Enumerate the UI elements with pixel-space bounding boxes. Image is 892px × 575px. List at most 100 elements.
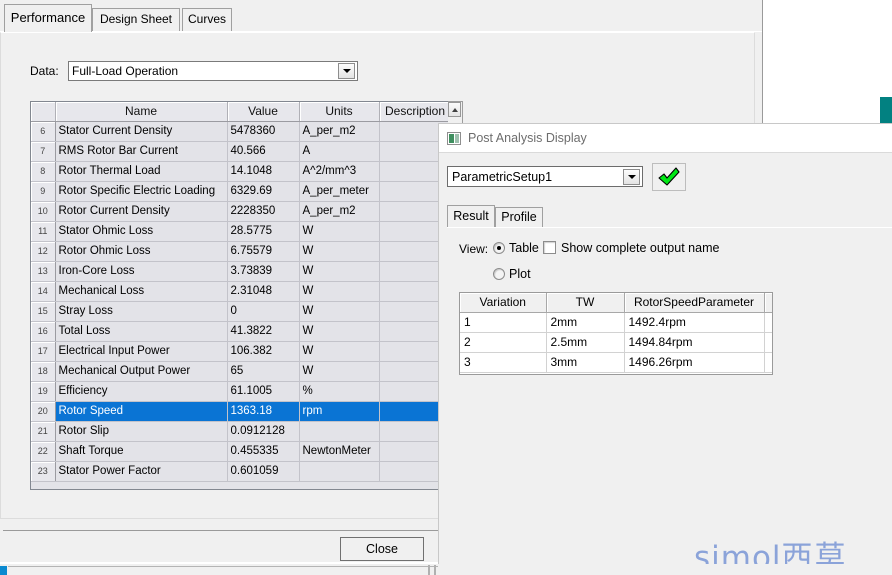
value-cell[interactable]: 1363.18: [227, 401, 300, 422]
value-cell[interactable]: 61.1005: [227, 381, 300, 402]
extra-cell[interactable]: [764, 352, 772, 373]
grid-col-rownum[interactable]: [31, 102, 56, 122]
bottom-scroll-track[interactable]: [8, 566, 438, 567]
name-cell[interactable]: Stator Ohmic Loss: [55, 221, 228, 242]
results-col-tw[interactable]: TW: [546, 293, 625, 313]
row-number-cell[interactable]: 22: [31, 441, 56, 462]
table-row[interactable]: 9 Rotor Specific Electric Loading 6329.69 A…: [31, 181, 461, 202]
name-cell[interactable]: Total Loss: [55, 321, 228, 342]
name-cell[interactable]: Mechanical Output Power: [55, 361, 228, 382]
table-row[interactable]: 7 RMS Rotor Bar Current 40.566 A: [31, 141, 461, 162]
name-cell[interactable]: Rotor Ohmic Loss: [55, 241, 228, 262]
table-row[interactable]: 11 Stator Ohmic Loss 28.5775 W: [31, 221, 461, 242]
results-col-variation[interactable]: Variation: [460, 293, 547, 313]
setup-combobox[interactable]: ParametricSetup1: [447, 166, 643, 187]
table-row[interactable]: 8 Rotor Thermal Load 14.1048 A^2/mm^3: [31, 161, 461, 182]
radio-view-plot[interactable]: [493, 268, 505, 280]
name-cell[interactable]: Electrical Input Power: [55, 341, 228, 362]
table-row[interactable]: 14 Mechanical Loss 2.31048 W: [31, 281, 461, 302]
close-button[interactable]: Close: [340, 537, 424, 561]
table-row[interactable]: 12 Rotor Ohmic Loss 6.75579 W: [31, 241, 461, 262]
show-complete-output-name-label[interactable]: Show complete output name: [561, 241, 719, 255]
name-cell[interactable]: Rotor Current Density: [55, 201, 228, 222]
table-row[interactable]: 10 Rotor Current Density 2228350 A_per_m2: [31, 201, 461, 222]
tab-curves[interactable]: Curves: [182, 8, 232, 31]
tab-design-sheet[interactable]: Design Sheet: [92, 8, 180, 31]
table-row[interactable]: 1 2mm 1492.4rpm: [460, 312, 772, 333]
table-row[interactable]: 15 Stray Loss 0 W: [31, 301, 461, 322]
radio-view-table-label[interactable]: Table: [509, 241, 539, 255]
variation-cell[interactable]: 2: [460, 332, 547, 353]
name-cell[interactable]: Shaft Torque: [55, 441, 228, 462]
value-cell[interactable]: 65: [227, 361, 300, 382]
units-cell[interactable]: W: [299, 321, 380, 342]
row-number-cell[interactable]: 21: [31, 421, 56, 442]
dialog-tab-profile[interactable]: Profile: [495, 207, 543, 227]
name-cell[interactable]: Rotor Slip: [55, 421, 228, 442]
name-cell[interactable]: Stator Power Factor: [55, 461, 228, 482]
units-cell[interactable]: [299, 421, 380, 442]
value-cell[interactable]: 0.455335: [227, 441, 300, 462]
name-cell[interactable]: Rotor Speed: [55, 401, 228, 422]
name-cell[interactable]: Rotor Thermal Load: [55, 161, 228, 182]
radio-view-plot-label[interactable]: Plot: [509, 267, 531, 281]
table-row[interactable]: 19 Efficiency 61.1005%: [31, 381, 461, 402]
row-number-cell[interactable]: 10: [31, 201, 56, 222]
row-number-cell[interactable]: 14: [31, 281, 56, 302]
extra-cell[interactable]: [764, 312, 772, 333]
row-number-cell[interactable]: 8: [31, 161, 56, 182]
name-cell[interactable]: Stator Current Density: [55, 121, 228, 142]
table-row[interactable]: 6 Stator Current Density 5478360 A_per_m2: [31, 121, 461, 142]
rotor-speed-cell[interactable]: 1492.4rpm: [624, 312, 765, 333]
value-cell[interactable]: 3.73839: [227, 261, 300, 282]
row-number-cell[interactable]: 20: [31, 401, 56, 422]
units-cell[interactable]: A^2/mm^3: [299, 161, 380, 182]
name-cell[interactable]: Rotor Specific Electric Loading: [55, 181, 228, 202]
row-number-cell[interactable]: 12: [31, 241, 56, 262]
units-cell[interactable]: A_per_m2: [299, 201, 380, 222]
units-cell[interactable]: NewtonMeter: [299, 441, 380, 462]
rotor-speed-cell[interactable]: 1496.26rpm: [624, 352, 765, 373]
row-number-cell[interactable]: 9: [31, 181, 56, 202]
row-number-cell[interactable]: 17: [31, 341, 56, 362]
tab-performance[interactable]: Performance: [4, 4, 92, 32]
row-number-cell[interactable]: 19: [31, 381, 56, 402]
table-row[interactable]: 13 Iron-Core Loss 3.73839 W: [31, 261, 461, 282]
units-cell[interactable]: %: [299, 381, 380, 402]
value-cell[interactable]: 0.0912128: [227, 421, 300, 442]
grid-col-value[interactable]: Value: [227, 102, 300, 122]
value-cell[interactable]: 0: [227, 301, 300, 322]
name-cell[interactable]: Stray Loss: [55, 301, 228, 322]
row-number-cell[interactable]: 11: [31, 221, 56, 242]
value-cell[interactable]: 5478360: [227, 121, 300, 142]
units-cell[interactable]: W: [299, 221, 380, 242]
units-cell[interactable]: W: [299, 341, 380, 362]
table-row[interactable]: 16 Total Loss 41.3822 W: [31, 321, 461, 342]
units-cell[interactable]: A_per_meter: [299, 181, 380, 202]
table-row[interactable]: 17 Electrical Input Power 106.382 W: [31, 341, 461, 362]
dialog-titlebar[interactable]: Post Analysis Display: [439, 124, 892, 152]
tw-cell[interactable]: 2mm: [546, 312, 625, 333]
radio-view-table[interactable]: [493, 242, 505, 254]
name-cell[interactable]: Iron-Core Loss: [55, 261, 228, 282]
table-row[interactable]: 3 3mm 1496.26rpm: [460, 352, 772, 373]
row-number-cell[interactable]: 7: [31, 141, 56, 162]
grid-col-units[interactable]: Units: [299, 102, 380, 122]
value-cell[interactable]: 6329.69: [227, 181, 300, 202]
table-row[interactable]: 21 Rotor Slip 0.0912128: [31, 421, 461, 442]
table-row[interactable]: 20 Rotor Speed 1363.18 rpm: [31, 401, 461, 422]
units-cell[interactable]: rpm: [299, 401, 380, 422]
show-complete-output-name-checkbox[interactable]: [543, 241, 556, 254]
chevron-down-icon[interactable]: [623, 168, 640, 185]
table-row[interactable]: 22 Shaft Torque 0.455335 NewtonMeter: [31, 441, 461, 462]
tw-cell[interactable]: 2.5mm: [546, 332, 625, 353]
value-cell[interactable]: 106.382: [227, 341, 300, 362]
units-cell[interactable]: A_per_m2: [299, 121, 380, 142]
row-number-cell[interactable]: 16: [31, 321, 56, 342]
units-cell[interactable]: A: [299, 141, 380, 162]
results-col-rotorspeedparameter[interactable]: RotorSpeedParameter: [624, 293, 765, 313]
value-cell[interactable]: 2.31048: [227, 281, 300, 302]
chevron-down-icon[interactable]: [338, 63, 355, 79]
row-number-cell[interactable]: 13: [31, 261, 56, 282]
results-col-extra[interactable]: [764, 293, 772, 313]
